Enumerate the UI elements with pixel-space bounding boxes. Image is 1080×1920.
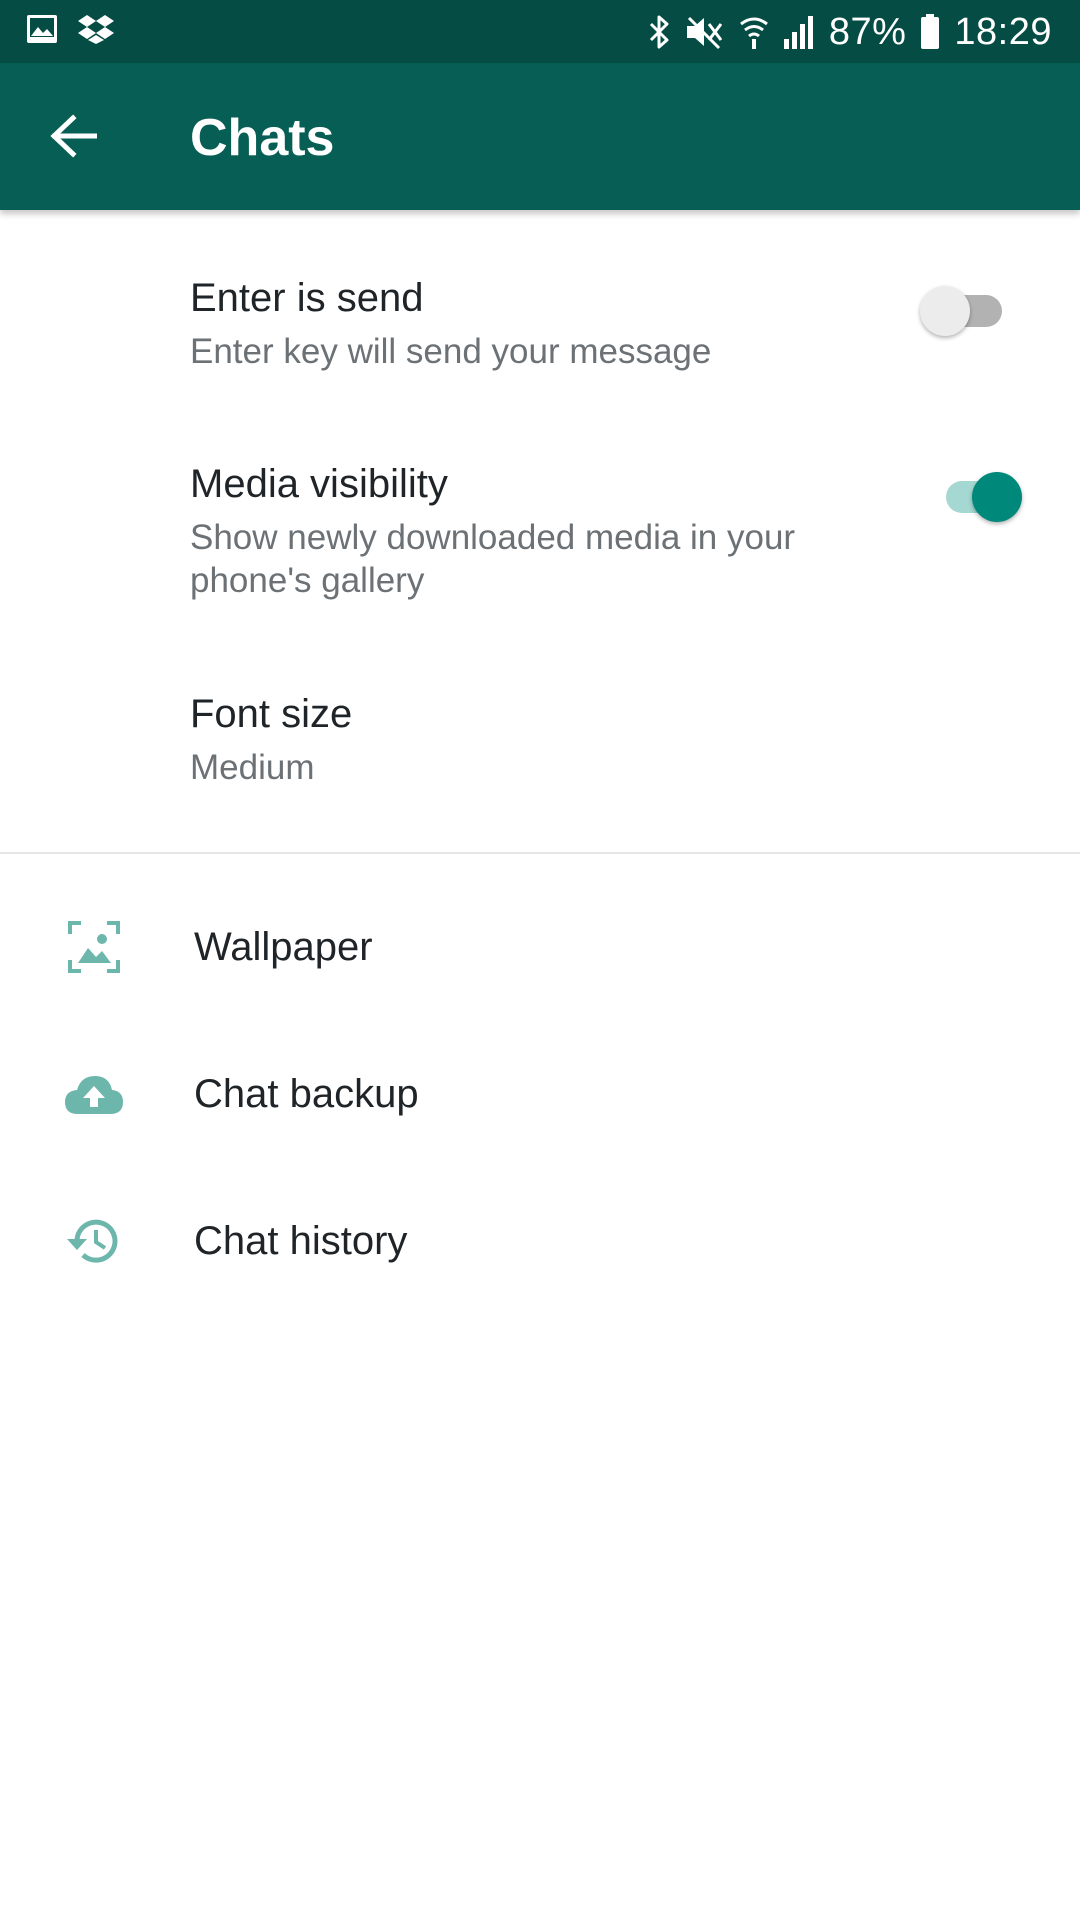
wifi-icon [739,14,769,50]
battery-percent: 87% [828,10,907,53]
item-chat-backup[interactable]: Chat backup [0,1047,1080,1141]
signal-icon [783,15,815,49]
status-right-icons: 87% 18:29 [649,8,1052,56]
item-label: Chat backup [194,1072,419,1116]
back-button[interactable] [36,101,110,175]
toolbar: Chats [0,63,1080,210]
item-chat-history[interactable]: Chat history [0,1194,1080,1288]
arrow-back-icon [49,113,98,163]
setting-title: Font size [190,692,353,736]
setting-font-size[interactable]: Font size Medium [0,678,1080,808]
dropbox-icon [78,14,114,44]
wallpaper-icon [62,915,126,979]
cloud-upload-icon [62,1062,126,1126]
clock: 18:29 [954,10,1052,53]
history-icon [62,1209,126,1273]
item-label: Wallpaper [194,925,373,969]
page-title: Chats [190,109,335,167]
status-bar: 87% 18:29 [0,0,1080,63]
setting-title: Enter is send [190,276,424,320]
setting-subtitle: Enter key will send your message [190,332,712,371]
item-label: Chat history [194,1219,408,1263]
status-left-icons [26,14,114,44]
bluetooth-icon [649,14,671,50]
enter-is-send-toggle[interactable] [916,278,1006,338]
divider [0,852,1080,854]
setting-subtitle: Show newly downloaded media in your phon… [190,518,796,600]
setting-value: Medium [190,748,315,787]
toggle-thumb [972,472,1022,522]
item-wallpaper[interactable]: Wallpaper [0,900,1080,994]
setting-media-visibility[interactable]: Media visibility Show newly downloaded m… [0,448,1080,628]
gallery-icon [26,14,58,44]
mute-icon [685,14,725,50]
toggle-thumb [920,286,970,336]
media-visibility-toggle[interactable] [932,464,1022,524]
setting-enter-is-send[interactable]: Enter is send Enter key will send your m… [0,262,1080,398]
setting-title: Media visibility [190,462,448,506]
battery-icon [920,14,940,50]
